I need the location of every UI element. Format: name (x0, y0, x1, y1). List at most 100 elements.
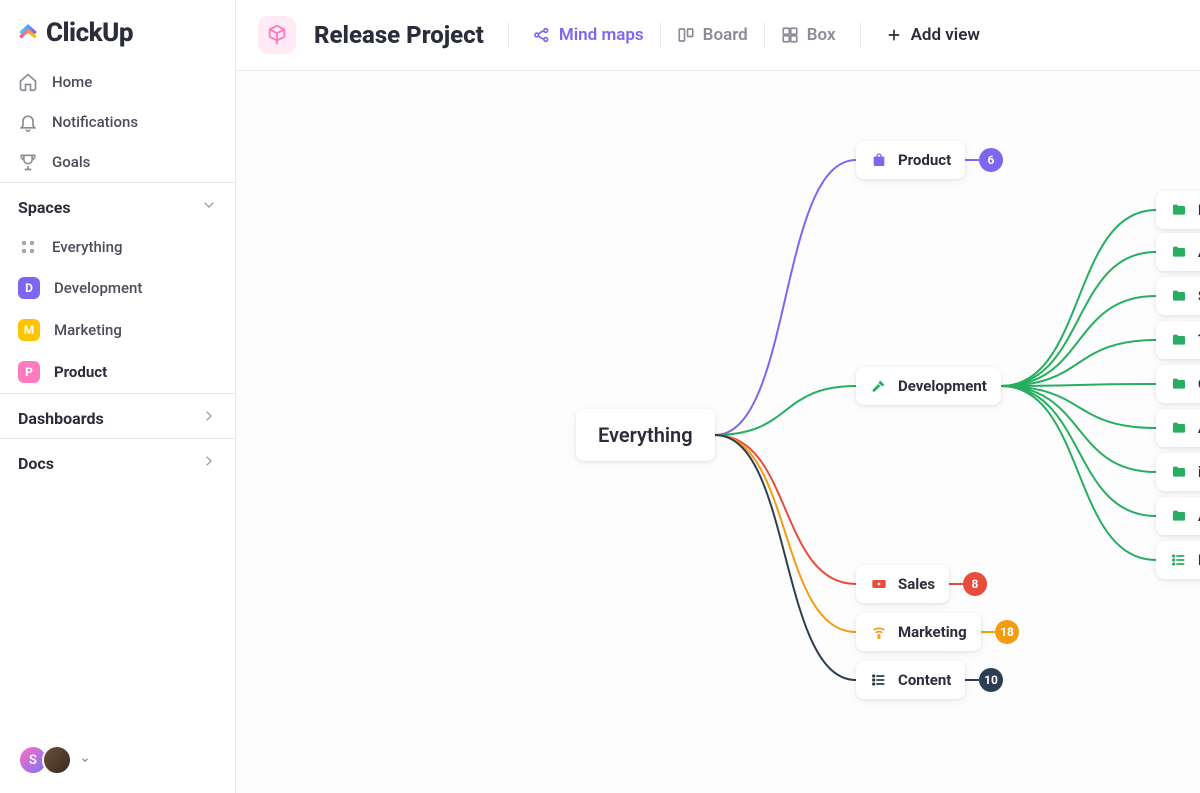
board-icon (677, 26, 695, 44)
project-title: Release Project (314, 21, 484, 49)
nav-label: Home (52, 73, 92, 91)
spaces-header[interactable]: Spaces (0, 182, 235, 227)
ticket-icon (870, 575, 888, 593)
dashboards-label: Dashboards (18, 409, 104, 428)
folder-icon (1170, 375, 1188, 393)
space-label: Development (54, 279, 142, 297)
sidebar-item-home[interactable]: Home (0, 62, 235, 102)
primary-nav: Home Notifications Goals (0, 62, 235, 182)
space-label: Marketing (54, 321, 122, 339)
mindmap-node-notes[interactable]: Notes (1156, 541, 1200, 579)
sidebar: ClickUp Home Notifications Goals Spaces Ev… (0, 0, 236, 793)
list-icon (1170, 551, 1188, 569)
folder-icon (1170, 201, 1188, 219)
mindmap-node-roadmap[interactable]: Roadmap (1156, 191, 1200, 229)
hammer-icon (870, 377, 888, 395)
node-label: Product (898, 151, 951, 169)
node-label: Sales (898, 575, 935, 593)
sidebar-item-notifications[interactable]: Notifications (0, 102, 235, 142)
spaces-list: D Development M Marketing P Product (0, 267, 235, 393)
mindmap-node-content[interactable]: Content (856, 661, 965, 699)
trophy-icon (18, 152, 38, 172)
bag-icon (870, 151, 888, 169)
mindmap-node-sprints[interactable]: Sprints (1156, 277, 1200, 315)
count-badge: 10 (979, 668, 1003, 692)
spaces-header-label: Spaces (18, 198, 71, 217)
chevron-right-icon (201, 408, 217, 428)
plus-icon (885, 26, 903, 44)
mindmap-node-android[interactable]: Android (1156, 497, 1200, 535)
chevron-down-icon (201, 197, 217, 217)
folder-icon (1170, 507, 1188, 525)
avatar[interactable] (42, 745, 72, 775)
grid-icon (18, 237, 38, 257)
count-badge: 18 (995, 620, 1019, 644)
node-label: Development (898, 377, 987, 395)
user-avatars[interactable]: S (0, 745, 235, 793)
space-badge: P (18, 361, 40, 383)
folder-icon (1170, 463, 1188, 481)
add-view-label: Add view (911, 25, 980, 45)
count-badge: 6 (979, 148, 1003, 172)
bell-icon (18, 112, 38, 132)
logo-icon (18, 23, 38, 43)
folder-icon (1170, 419, 1188, 437)
home-icon (18, 72, 38, 92)
tab-board[interactable]: Board (667, 19, 758, 51)
count-badge: 8 (963, 572, 987, 596)
tab-box[interactable]: Box (771, 19, 846, 51)
nav-label: Goals (52, 153, 90, 171)
space-label: Product (54, 363, 107, 381)
tab-label: Mind maps (559, 25, 644, 45)
divider (660, 22, 661, 48)
dashboards-section[interactable]: Dashboards (0, 394, 235, 438)
project-icon (258, 16, 296, 54)
mindmap-node-tooling[interactable]: Tooling (1156, 321, 1200, 359)
folder-icon (1170, 287, 1188, 305)
mindmap-node-marketing[interactable]: Marketing (856, 613, 981, 651)
space-badge: D (18, 277, 40, 299)
brand-name: ClickUp (46, 18, 133, 48)
folder-icon (1170, 243, 1188, 261)
mindmap-node-analytics[interactable]: Analytics (1156, 409, 1200, 447)
folder-icon (1170, 331, 1188, 349)
nav-label: Notifications (52, 113, 138, 131)
wifi-icon (870, 623, 888, 641)
mindmap-node-product[interactable]: Product (856, 141, 965, 179)
space-badge: M (18, 319, 40, 341)
divider (764, 22, 765, 48)
mindmap-node-sales[interactable]: Sales (856, 565, 949, 603)
node-label: Marketing (898, 623, 967, 641)
box-icon (781, 26, 799, 44)
docs-section[interactable]: Docs (0, 439, 235, 483)
divider (860, 22, 861, 48)
everything-label: Everything (52, 238, 122, 256)
node-label: Everything (598, 423, 693, 447)
tab-mind-maps[interactable]: Mind maps (523, 19, 654, 51)
chevron-right-icon (201, 453, 217, 473)
topbar: Release Project Mind maps Board Box Add vi… (236, 0, 1200, 71)
tab-label: Board (703, 25, 748, 45)
mindmap-node-development[interactable]: Development (856, 367, 1001, 405)
list-icon (870, 671, 888, 689)
mindmap-canvas[interactable]: Everything Product Development Sales Marketi… (236, 71, 1200, 793)
brand[interactable]: ClickUp (0, 0, 235, 62)
mindmap-icon (533, 26, 551, 44)
sidebar-space-marketing[interactable]: M Marketing (0, 309, 235, 351)
sidebar-item-goals[interactable]: Goals (0, 142, 235, 182)
tab-label: Box (807, 25, 836, 45)
mindmap-node-everything[interactable]: Everything (576, 409, 715, 461)
sidebar-space-development[interactable]: D Development (0, 267, 235, 309)
sidebar-space-product[interactable]: P Product (0, 351, 235, 393)
sidebar-item-everything[interactable]: Everything (0, 227, 235, 267)
mindmap-connectors (236, 71, 1200, 793)
add-view-button[interactable]: Add view (875, 19, 990, 51)
mindmap-node-qa[interactable]: QA (1156, 365, 1200, 403)
mindmap-node-ios[interactable]: iOS (1156, 453, 1200, 491)
main: Release Project Mind maps Board Box Add vi… (236, 0, 1200, 793)
chevron-down-icon (80, 751, 90, 769)
node-label: Content (898, 671, 951, 689)
docs-label: Docs (18, 454, 54, 473)
divider (508, 22, 509, 48)
mindmap-node-automation[interactable]: Automation (1156, 233, 1200, 271)
